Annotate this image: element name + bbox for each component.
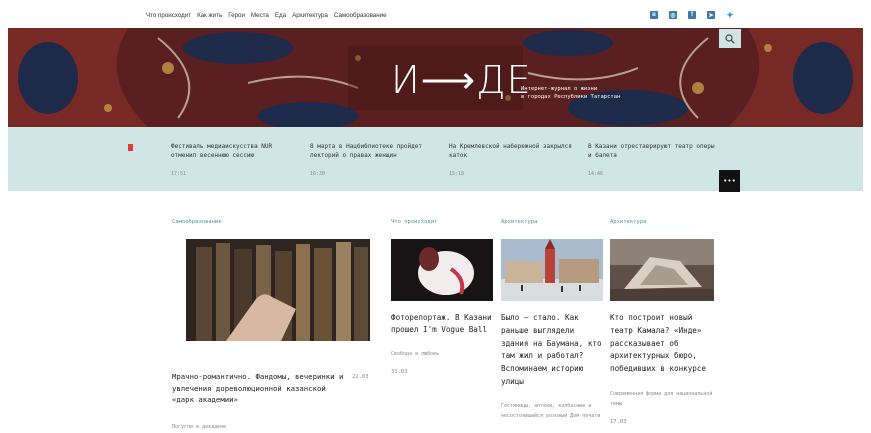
nav-item-food[interactable]: Еда	[275, 12, 286, 19]
nav-item-places[interactable]: Места	[251, 12, 269, 19]
card-headline[interactable]: Было – стало. Как раньше выглядели здани…	[501, 312, 605, 389]
nav-item-self-education[interactable]: Самообразование	[334, 12, 387, 19]
top-navigation: Что происходит Как жить Герои Места Еда …	[0, 0, 871, 28]
card-category[interactable]: Архитектура	[610, 219, 646, 225]
search-button[interactable]	[719, 29, 741, 48]
ticker-time: 15:18	[449, 171, 465, 177]
ticker-item[interactable]: В Казани отреставрируют театр оперы и ба…	[588, 142, 718, 179]
tagline-line-2: в городах Республики Татарстан	[521, 94, 621, 100]
card-category[interactable]: Архитектура	[501, 219, 537, 225]
bookmark-icon	[128, 144, 133, 151]
vk-icon[interactable]: в	[650, 11, 658, 19]
card-subtitle: Гостиницы, аптеки, колбасные и несостояв…	[501, 403, 601, 419]
nav-item-heroes[interactable]: Герои	[228, 12, 245, 19]
card-image-kamal-theatre[interactable]	[610, 239, 714, 301]
ticker-item[interactable]: Фестиваль медиаискусства NUR отменил вес…	[171, 142, 301, 179]
more-news-button[interactable]: •••	[719, 170, 740, 192]
card-subtitle: Свобода и любовь	[391, 351, 440, 357]
ticker-text[interactable]: На Кремлевской набережной закрылся каток	[449, 142, 579, 160]
card-category[interactable]: Самообразование	[172, 219, 222, 225]
site-tagline: Интернет-журнал о жизни в городах Респуб…	[521, 85, 620, 101]
main-menu: Что происходит Как жить Герои Места Еда …	[146, 12, 387, 19]
telegram-icon[interactable]: ➤	[707, 11, 715, 19]
ticker-time: 14:46	[588, 171, 604, 177]
card-subtitle: Погугли в декадене	[172, 424, 227, 430]
card-image-vogue-ball[interactable]	[391, 239, 493, 301]
nav-item-how-to-live[interactable]: Как жить	[197, 12, 222, 19]
card-subtitle: Современная форма для национальной темы	[610, 391, 713, 407]
instagram-icon[interactable]: ◎	[669, 11, 677, 19]
site-logo[interactable]: И⟶ДЕ	[391, 58, 532, 102]
card-image-books[interactable]	[186, 239, 370, 341]
ticker-text[interactable]: 8 марта в Нацбиблиотеке пройдет лекторий…	[310, 142, 440, 160]
card-headline[interactable]: Фоторепортаж. В Казани прошел I'm Vogue …	[391, 312, 495, 336]
card-headline[interactable]: Кто построит новый театр Камала? «Инде» …	[610, 312, 716, 376]
card-date: 17.03	[610, 419, 627, 425]
card-headline[interactable]: Мрачно-романтично. Фандомы, вечеринки и …	[172, 371, 352, 406]
ticker-item[interactable]: 8 марта в Нацбиблиотеке пройдет лекторий…	[310, 142, 440, 179]
card-category[interactable]: Что происходит	[391, 219, 437, 225]
ticker-time: 17:51	[171, 171, 187, 177]
tagline-line-1: Интернет-журнал о жизни	[521, 86, 598, 92]
nav-item-what-happens[interactable]: Что происходит	[146, 12, 191, 19]
card-date: 31.03	[391, 369, 408, 375]
search-icon	[725, 33, 735, 44]
nav-item-architecture[interactable]: Архитектура	[292, 12, 328, 19]
card-date: 22.03	[352, 374, 369, 380]
ticker-text[interactable]: В Казани отреставрируют театр оперы и ба…	[588, 142, 718, 160]
twitter-icon[interactable]: ✦	[726, 10, 734, 20]
card-image-bauman-street[interactable]	[501, 239, 603, 301]
ticker-text[interactable]: Фестиваль медиаискусства NUR отменил вес…	[171, 142, 301, 160]
social-links: в ◎ f ➤ ✦	[650, 10, 734, 20]
ticker-time: 16:30	[310, 171, 326, 177]
news-ticker: Фестиваль медиаискусства NUR отменил вес…	[8, 127, 863, 192]
facebook-icon[interactable]: f	[688, 11, 696, 19]
ticker-item[interactable]: На Кремлевской набережной закрылся каток…	[449, 142, 579, 179]
